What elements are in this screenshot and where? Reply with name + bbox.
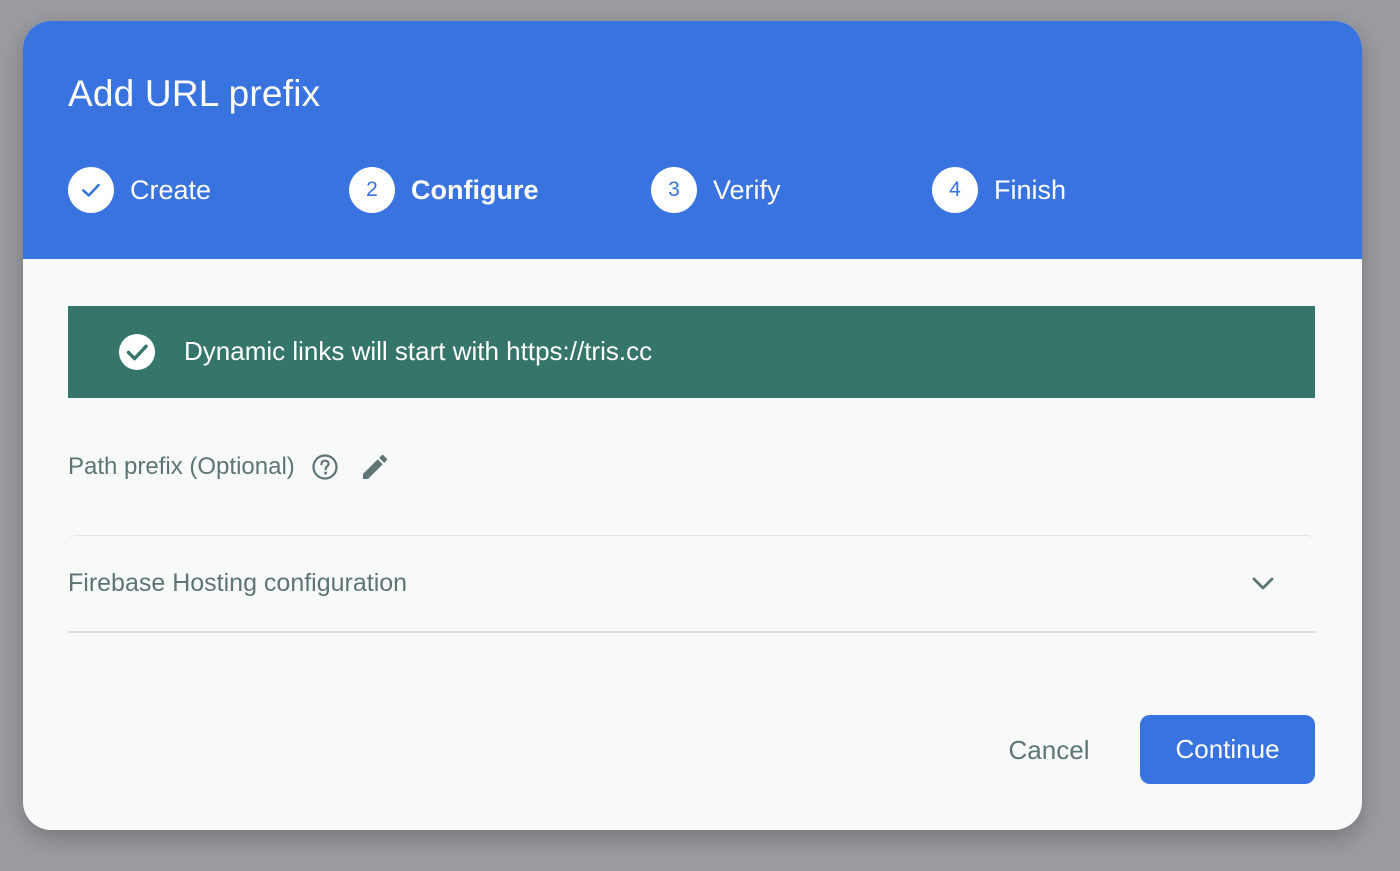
step-configure: 2 Configure	[349, 166, 539, 214]
path-prefix-row: Path prefix (Optional)	[68, 449, 391, 485]
help-circle-icon[interactable]	[311, 453, 339, 481]
step-complete-circle	[68, 167, 114, 213]
add-url-prefix-dialog: Add URL prefix Create 2 Configure 3 Veri…	[23, 21, 1362, 830]
step-verify: 3 Verify	[651, 166, 781, 214]
banner-text: Dynamic links will start with https://tr…	[184, 336, 653, 366]
chevron-down-icon[interactable]	[1251, 576, 1275, 592]
success-banner: Dynamic links will start with https://tr…	[68, 306, 1315, 398]
cancel-button[interactable]: Cancel	[989, 719, 1109, 781]
step-number-2: 2	[349, 167, 395, 213]
firebase-hosting-expander[interactable]: Firebase Hosting configuration	[68, 535, 1315, 633]
continue-button[interactable]: Continue	[1140, 715, 1315, 784]
check-icon	[82, 183, 100, 197]
step-label-finish: Finish	[994, 174, 1067, 205]
dialog-title: Add URL prefix	[68, 73, 321, 114]
check-circle-icon	[118, 333, 156, 371]
step-number-4: 4	[932, 167, 978, 213]
step-finish: 4 Finish	[932, 166, 1066, 214]
step-label-verify: Verify	[713, 174, 781, 205]
step-number-3: 3	[651, 167, 697, 213]
step-label-create: Create	[130, 174, 212, 205]
dialog-header: Add URL prefix Create 2 Configure 3 Veri…	[23, 21, 1362, 259]
step-label-configure: Configure	[411, 174, 539, 205]
step-create: Create	[68, 166, 211, 214]
firebase-hosting-label: Firebase Hosting configuration	[68, 569, 408, 597]
pencil-icon[interactable]	[359, 451, 391, 483]
path-prefix-label: Path prefix (Optional)	[68, 453, 295, 480]
